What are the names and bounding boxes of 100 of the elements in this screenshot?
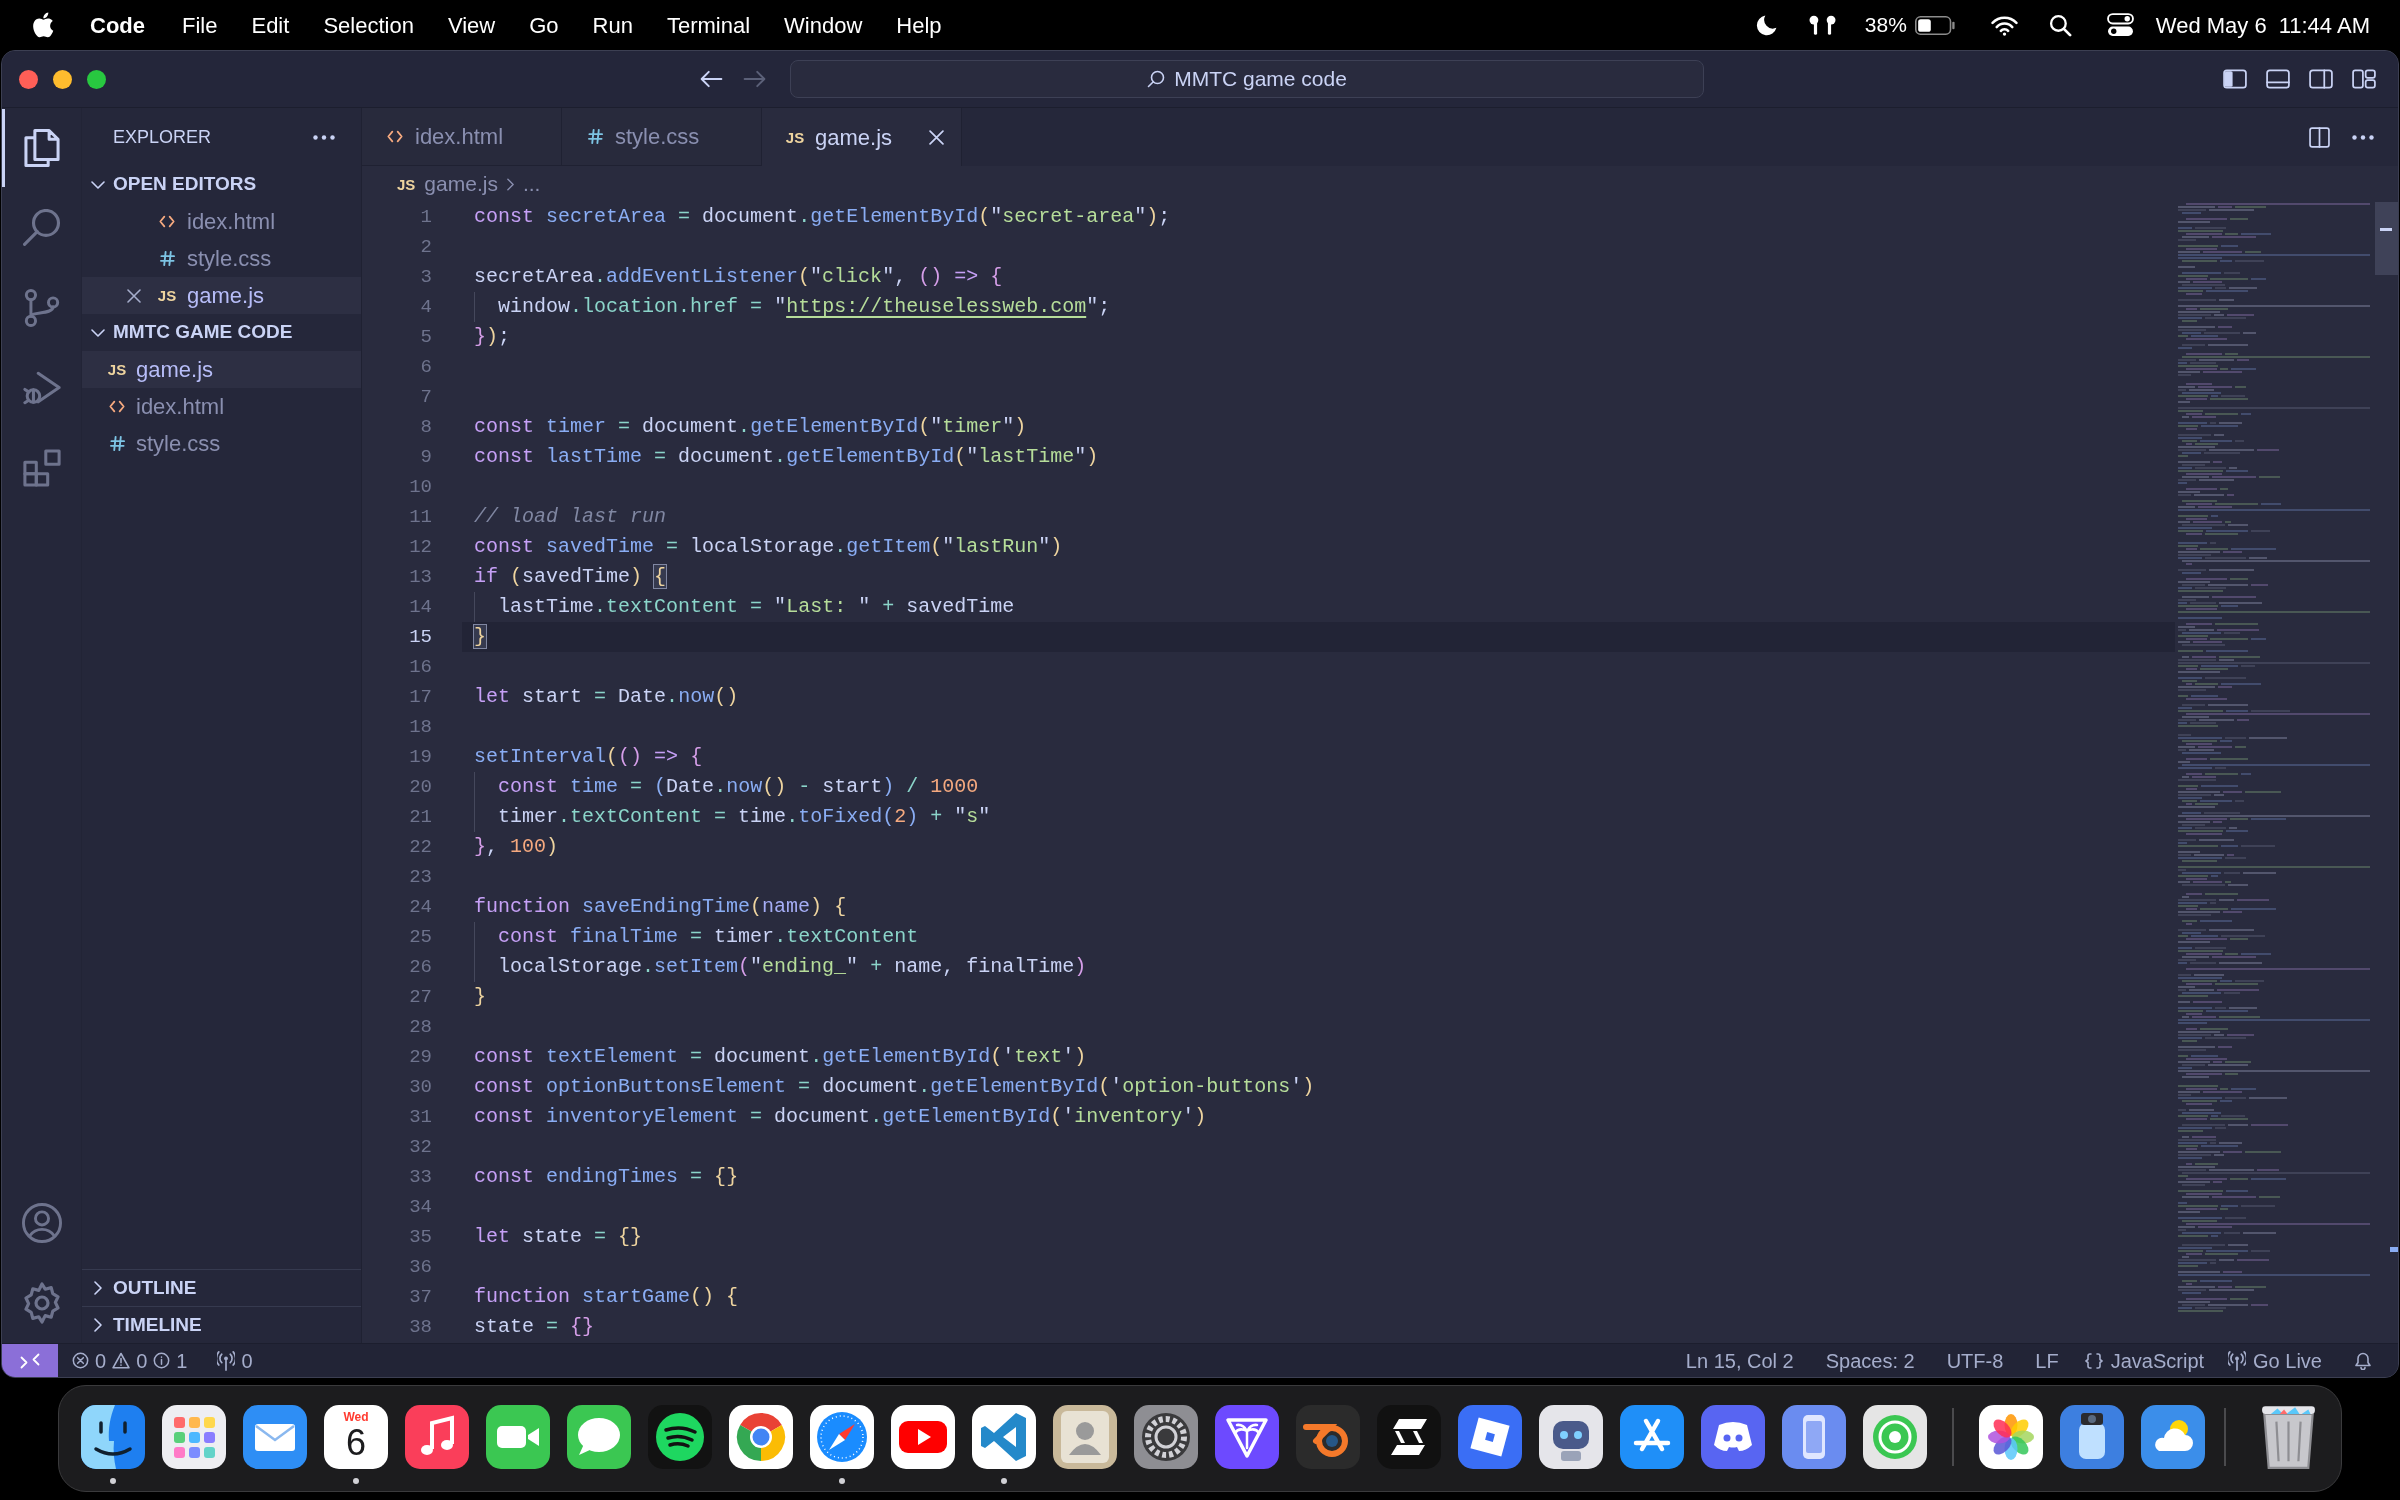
menu-bar-date[interactable]: Wed May 6	[2155, 8, 2267, 42]
cloud-sun-icon[interactable]	[2141, 1405, 2205, 1469]
section-header[interactable]: OUTLINE	[113, 1273, 197, 1303]
jar-icon[interactable]	[2060, 1405, 2124, 1469]
encoding-button[interactable]: UTF-8	[1946, 1345, 2004, 1376]
phone-icon[interactable]	[1782, 1405, 1846, 1469]
crossed-strokes-icon[interactable]	[1620, 1405, 1684, 1469]
bell-icon[interactable]	[2354, 1351, 2372, 1370]
app-menu[interactable]: Code	[90, 8, 145, 42]
line-number: 28	[408, 1015, 432, 1040]
app-grid-icon[interactable]	[162, 1405, 226, 1469]
menu-item[interactable]: Selection	[323, 8, 414, 42]
earbuds-icon[interactable]	[1808, 15, 1836, 35]
close-icon[interactable]	[127, 288, 141, 303]
chevron-right-icon[interactable]	[94, 1281, 102, 1295]
blocks-icon[interactable]	[22, 449, 61, 487]
menu-item[interactable]: Go	[529, 8, 559, 42]
close-icon[interactable]	[929, 129, 944, 145]
calendar-launcher[interactable]: Wed 6	[324, 1405, 388, 1469]
sidebar-toggle-icon[interactable]	[2223, 69, 2247, 89]
video-camera-icon[interactable]	[486, 1405, 550, 1469]
target-icon[interactable]	[1863, 1405, 1927, 1469]
tab[interactable]: JS game.js	[762, 108, 962, 166]
menu-bar-time[interactable]: 11:44 AM	[2278, 8, 2370, 42]
flower-icon[interactable]	[1979, 1405, 2043, 1469]
line-number: 19	[408, 745, 432, 770]
menu-item[interactable]: Terminal	[666, 8, 751, 42]
minimize-button[interactable]	[53, 69, 72, 89]
ribbon-icon[interactable]	[972, 1405, 1036, 1469]
battery-icon[interactable]	[1914, 15, 1955, 35]
menu-item[interactable]: Window	[784, 8, 863, 42]
tab[interactable]: idex.html	[362, 108, 562, 166]
robot-icon[interactable]	[1539, 1405, 1603, 1469]
sound-waves-icon[interactable]	[648, 1405, 712, 1469]
tilted-square-icon[interactable]	[1458, 1405, 1522, 1469]
controller-face-icon[interactable]	[1701, 1405, 1765, 1469]
chevron-right-icon[interactable]	[94, 1318, 102, 1332]
trash-icon[interactable]	[2260, 1405, 2316, 1469]
split-editor-icon[interactable]	[2309, 126, 2330, 148]
play-bug-icon[interactable]	[22, 369, 61, 407]
files-icon[interactable]	[22, 129, 61, 167]
tree-item[interactable]: JS game.js	[107, 353, 214, 386]
section-header[interactable]: MMTC GAME CODE	[113, 318, 293, 347]
more-icon[interactable]	[2352, 134, 2374, 140]
search-icon[interactable]	[2048, 13, 2072, 37]
command-center[interactable]: MMTC game code	[790, 60, 1704, 98]
line-number: 15	[408, 625, 432, 650]
person-card-icon[interactable]	[1053, 1405, 1117, 1469]
forward-arrow-icon[interactable]	[743, 70, 766, 88]
secondary-sidebar-toggle-icon[interactable]	[2309, 69, 2333, 89]
branch-icon[interactable]	[22, 289, 61, 327]
tree-item[interactable]: style.css	[107, 427, 221, 460]
apple-icon[interactable]	[32, 12, 54, 38]
chevron-down-icon[interactable]	[91, 180, 105, 189]
music-note-icon[interactable]	[405, 1405, 469, 1469]
back-arrow-icon[interactable]	[700, 70, 723, 88]
line-number: 4	[419, 295, 432, 320]
open-editor-item[interactable]: JS game.js	[157, 279, 265, 312]
layout-icon[interactable]	[2352, 69, 2376, 89]
menu-item[interactable]: File	[182, 8, 218, 42]
problems-button[interactable]: 0 0 1	[72, 1345, 188, 1376]
section-header[interactable]: OPEN EDITORS	[113, 170, 257, 199]
menu-item[interactable]: Edit	[251, 8, 290, 42]
palm-tree-icon[interactable]	[1215, 1405, 1279, 1469]
wifi-icon[interactable]	[1990, 14, 2018, 36]
zigzag-blocks-icon[interactable]	[1377, 1405, 1441, 1469]
account-icon[interactable]	[21, 1203, 62, 1243]
breadcrumb-item[interactable]: ...	[522, 168, 541, 200]
menu-item[interactable]: Help	[896, 8, 942, 42]
cursor-position-button[interactable]: Ln 15, Col 2	[1685, 1345, 1794, 1376]
compass-icon[interactable]	[810, 1405, 874, 1469]
zoom-button[interactable]	[87, 69, 106, 89]
more-icon[interactable]	[313, 134, 335, 140]
smiling-face-icon[interactable]	[81, 1405, 145, 1469]
indentation-button[interactable]: Spaces: 2	[1825, 1345, 1915, 1376]
menu-item[interactable]: View	[447, 8, 496, 42]
gear-icon[interactable]	[1134, 1405, 1198, 1469]
language-button[interactable]: JavaScript	[2084, 1345, 2205, 1376]
remote-button[interactable]	[2, 1344, 58, 1377]
go-live-button[interactable]: Go Live	[2228, 1345, 2322, 1376]
moon-icon[interactable]	[1755, 14, 1777, 36]
close-button[interactable]	[19, 69, 38, 89]
envelope-icon[interactable]	[243, 1405, 307, 1469]
line-number: 21	[408, 805, 432, 830]
menu-item[interactable]: Run	[592, 8, 633, 42]
breadcrumb-item[interactable]: JS game.js	[397, 168, 498, 200]
play-button-icon[interactable]	[891, 1405, 955, 1469]
section-header[interactable]: TIMELINE	[113, 1310, 202, 1340]
scrollbar-thumb[interactable]	[2375, 202, 2398, 275]
tab[interactable]: style.css	[562, 108, 762, 166]
open-editor-item[interactable]: style.css	[157, 242, 272, 275]
control-center-icon[interactable]	[2106, 13, 2134, 37]
speech-bubble-icon[interactable]	[567, 1405, 631, 1469]
line-ending-button[interactable]: LF	[2035, 1345, 2059, 1376]
ports-button[interactable]: 0	[217, 1345, 253, 1376]
orbit-icon[interactable]	[1296, 1405, 1360, 1469]
chevron-down-icon[interactable]	[91, 328, 105, 337]
tree-item[interactable]: idex.html	[107, 390, 225, 423]
open-editor-item[interactable]: idex.html	[157, 205, 276, 238]
panel-toggle-icon[interactable]	[2266, 69, 2290, 89]
